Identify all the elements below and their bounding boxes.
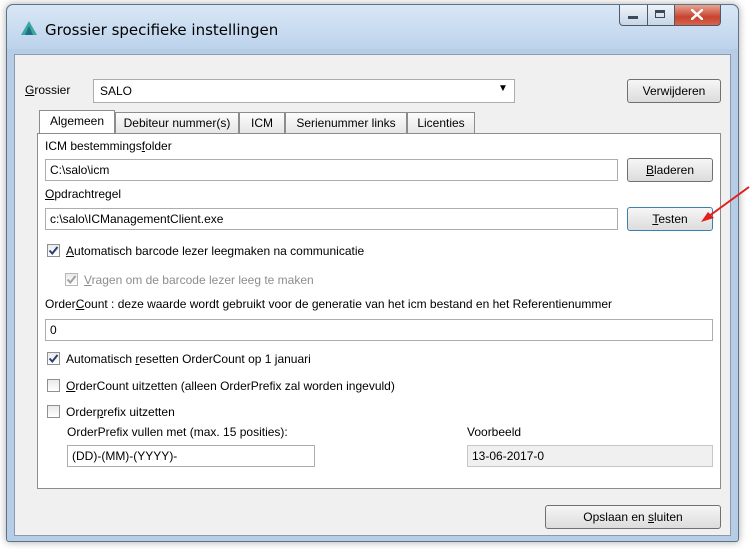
red-arrow-annotation xyxy=(701,186,750,222)
ordercount-off-checkbox[interactable] xyxy=(47,379,60,392)
tab-icm[interactable]: ICM xyxy=(239,112,285,133)
ordercount-label: OrderCount : deze waarde wordt gebruikt … xyxy=(45,297,613,311)
prefix-fill-input[interactable]: (DD)-(MM)-(YYYY)- xyxy=(67,445,315,467)
icm-folder-input[interactable]: C:\salo\icm xyxy=(45,159,618,181)
prefix-fill-label: OrderPrefix vullen met (max. 15 posities… xyxy=(67,425,288,439)
save-and-close-button[interactable]: Opslaan en sluiten xyxy=(545,505,721,529)
tab-licenties[interactable]: Licenties xyxy=(407,112,475,133)
checkmark-icon xyxy=(66,275,77,285)
tab-algemeen[interactable]: Algemeen xyxy=(39,110,115,133)
chevron-down-icon: ▼ xyxy=(498,83,508,94)
grossier-selected-value: SALO xyxy=(100,84,133,98)
minimize-button[interactable] xyxy=(619,5,648,26)
auto-clear-checkbox[interactable] xyxy=(47,244,60,257)
app-logo-icon xyxy=(21,21,37,35)
ordercount-off-label: OrderCount uitzetten (alleen OrderPrefix… xyxy=(66,379,395,393)
delete-button[interactable]: Verwijderen xyxy=(627,79,721,103)
browse-button[interactable]: Bladeren xyxy=(627,158,713,182)
icm-folder-label: ICM bestemmingsfolder xyxy=(45,139,172,153)
title-bar[interactable]: Grossier specifieke instellingen xyxy=(7,5,738,49)
command-line-label: Opdrachtregel xyxy=(45,187,122,201)
auto-clear-label: Automatisch barcode lezer leegmaken na c… xyxy=(66,244,365,258)
ask-clear-checkbox[interactable] xyxy=(65,273,78,286)
grossier-select[interactable]: SALO ▼ xyxy=(93,79,515,103)
grossier-label: Grossier xyxy=(25,83,71,97)
prefix-off-label: Orderprefix uitzetten xyxy=(66,405,175,419)
tab-strip: Algemeen Debiteur nummer(s) ICM Serienum… xyxy=(39,110,539,134)
window-title: Grossier specifieke instellingen xyxy=(45,21,279,39)
example-label: Voorbeeld xyxy=(467,425,522,439)
close-icon xyxy=(691,9,703,20)
prefix-off-checkbox[interactable] xyxy=(47,405,60,418)
checkmark-icon xyxy=(48,246,59,256)
auto-reset-checkbox[interactable] xyxy=(47,352,60,365)
ask-clear-label: Vragen om de barcode lezer leeg te maken xyxy=(84,273,314,287)
command-line-input[interactable]: c:\salo\ICManagementClient.exe xyxy=(45,208,618,230)
ordercount-input[interactable]: 0 xyxy=(45,319,713,341)
maximize-icon xyxy=(655,10,665,18)
example-value-field: 13-06-2017-0 xyxy=(467,445,713,467)
checkmark-icon xyxy=(48,354,59,364)
tab-serienummer-links[interactable]: Serienummer links xyxy=(285,112,407,133)
auto-reset-label: Automatisch resetten OrderCount op 1 jan… xyxy=(66,352,311,366)
maximize-button[interactable] xyxy=(647,5,675,26)
dialog-content: Grossier SALO ▼ Verwijderen Algemeen Deb… xyxy=(14,54,750,536)
dialog-window: Grossier specifieke instellingen Grossie… xyxy=(6,4,750,542)
close-button[interactable] xyxy=(674,5,721,26)
tab-debiteur-nummers[interactable]: Debiteur nummer(s) xyxy=(115,112,239,133)
minimize-icon xyxy=(628,16,638,19)
